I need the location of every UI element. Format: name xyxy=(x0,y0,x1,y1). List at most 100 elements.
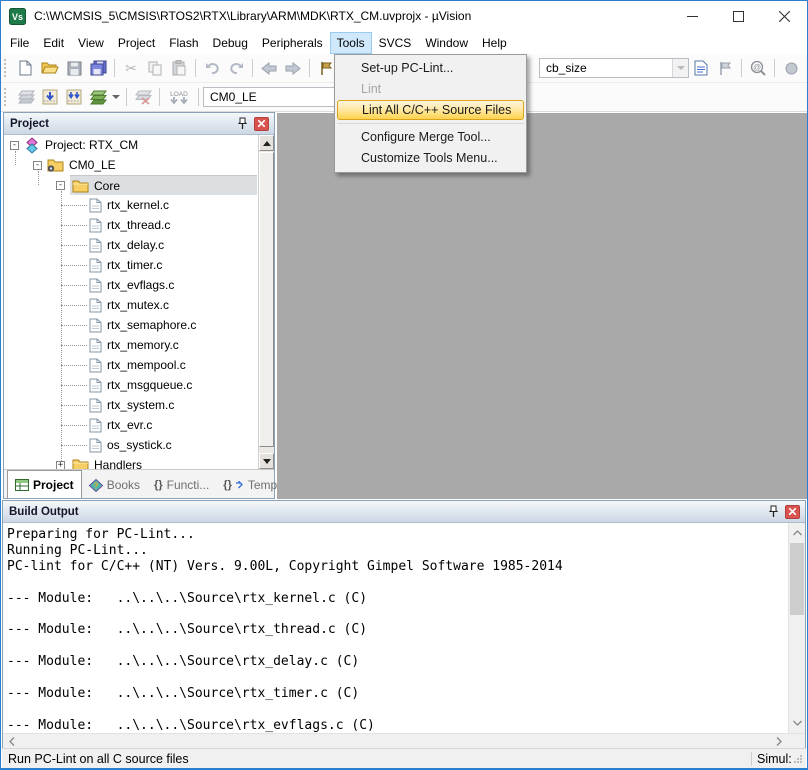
translate-button[interactable] xyxy=(14,85,38,109)
build-output-hscrollbar[interactable] xyxy=(3,733,805,748)
build-icon xyxy=(42,89,58,105)
tree-item-file[interactable]: rtx_msgqueue.c xyxy=(4,375,274,395)
paste-button[interactable] xyxy=(167,56,191,80)
copy-button[interactable] xyxy=(143,56,167,80)
tree-item-group-handlers[interactable]: + Handlers xyxy=(4,455,274,469)
c-file-icon xyxy=(89,238,102,253)
toolbar-drag-handle[interactable] xyxy=(4,59,11,77)
find-combo[interactable]: cb_size xyxy=(539,58,689,78)
build-output-line xyxy=(7,575,785,591)
search-button[interactable]: @ xyxy=(746,56,770,80)
flag-button[interactable] xyxy=(713,56,737,80)
tree-item-group-core[interactable]: - Core xyxy=(4,175,274,195)
menu-item-setup-pc-lint[interactable]: Set-up PC-Lint... xyxy=(335,58,526,79)
build-output-close-button[interactable] xyxy=(785,505,800,519)
tree-item-file[interactable]: rtx_mutex.c xyxy=(4,295,274,315)
scrollbar-thumb[interactable] xyxy=(259,152,274,447)
find-in-files-button[interactable] xyxy=(689,56,713,80)
tree-item-file[interactable]: rtx_evr.c xyxy=(4,415,274,435)
scroll-up-button[interactable] xyxy=(789,525,805,541)
debug-led-button[interactable] xyxy=(779,56,803,80)
build-output-line xyxy=(7,702,785,718)
selected-row-highlight[interactable]: Core xyxy=(70,175,257,195)
batch-build-button[interactable] xyxy=(86,85,110,109)
cut-icon: ✂ xyxy=(125,61,137,75)
scroll-right-button[interactable] xyxy=(771,734,787,748)
tree-item-file[interactable]: rtx_evflags.c xyxy=(4,275,274,295)
menu-edit[interactable]: Edit xyxy=(36,32,71,54)
tree-item-file[interactable]: rtx_timer.c xyxy=(4,255,274,275)
tree-item-file[interactable]: rtx_memory.c xyxy=(4,335,274,355)
tab-books[interactable]: ? Books xyxy=(82,472,147,498)
tree-item-file[interactable]: os_systick.c xyxy=(4,435,274,455)
find-combo-dropdown[interactable] xyxy=(672,59,688,77)
menu-view[interactable]: View xyxy=(71,32,111,54)
menu-svcs[interactable]: SVCS xyxy=(372,32,419,54)
tab-functions[interactable]: {} Functi... xyxy=(147,472,216,498)
menu-item-configure-merge-tool[interactable]: Configure Merge Tool... xyxy=(335,127,526,148)
tree-group-label: Core xyxy=(94,179,120,193)
collapse-expander-icon[interactable]: - xyxy=(56,181,65,190)
scroll-left-button[interactable] xyxy=(4,734,20,748)
build-output-line: Preparing for PC-Lint... xyxy=(7,527,785,543)
new-file-button[interactable] xyxy=(14,56,38,80)
tree-item-file[interactable]: rtx_mempool.c xyxy=(4,355,274,375)
stop-build-button[interactable] xyxy=(131,85,155,109)
resize-grip-icon[interactable] xyxy=(792,753,804,765)
collapse-expander-icon[interactable]: - xyxy=(10,141,19,150)
menu-help[interactable]: Help xyxy=(475,32,514,54)
books-tab-icon: ? xyxy=(89,479,103,492)
scroll-down-button[interactable] xyxy=(789,715,805,731)
download-to-flash-button[interactable]: LOAD xyxy=(164,85,194,109)
menu-item-customize-tools-menu[interactable]: Customize Tools Menu... xyxy=(335,148,526,169)
undo-button[interactable] xyxy=(200,56,224,80)
build-button[interactable] xyxy=(38,85,62,109)
menu-flash[interactable]: Flash xyxy=(162,32,205,54)
redo-button[interactable] xyxy=(224,56,248,80)
menu-item-lint-all[interactable]: Lint All C/C++ Source Files xyxy=(337,100,524,120)
close-button[interactable] xyxy=(761,1,807,31)
menu-window[interactable]: Window xyxy=(418,32,475,54)
chevron-down-icon xyxy=(793,720,802,726)
project-pin-button[interactable] xyxy=(234,116,250,132)
scroll-down-button[interactable] xyxy=(259,453,274,469)
expand-expander-icon[interactable]: + xyxy=(56,461,65,470)
tab-project[interactable]: Project xyxy=(7,470,82,498)
tree-item-file[interactable]: rtx_system.c xyxy=(4,395,274,415)
open-file-button[interactable] xyxy=(38,56,62,80)
tree-item-target[interactable]: - CM0_LE xyxy=(4,155,274,175)
save-all-button[interactable] xyxy=(86,56,110,80)
navigate-forward-button[interactable] xyxy=(281,56,305,80)
toolbar-separator xyxy=(198,88,199,106)
load-label: LOAD xyxy=(166,89,192,97)
menu-project[interactable]: Project xyxy=(111,32,162,54)
chevron-down-icon xyxy=(677,66,685,70)
menu-peripherals[interactable]: Peripherals xyxy=(255,32,330,54)
project-tree-scrollbar[interactable] xyxy=(258,135,274,469)
tree-item-file[interactable]: rtx_kernel.c xyxy=(4,195,274,215)
menu-separator xyxy=(337,123,524,124)
build-output-vscrollbar[interactable] xyxy=(788,523,805,733)
cut-button[interactable]: ✂ xyxy=(119,56,143,80)
scroll-up-button[interactable] xyxy=(259,135,274,151)
rebuild-button[interactable] xyxy=(62,85,86,109)
tree-group-label: Handlers xyxy=(94,458,142,469)
batch-build-dropdown[interactable] xyxy=(110,85,122,109)
menu-debug[interactable]: Debug xyxy=(206,32,255,54)
minimize-button[interactable] xyxy=(669,1,715,31)
tree-item-file[interactable]: rtx_thread.c xyxy=(4,215,274,235)
scrollbar-thumb[interactable] xyxy=(790,543,804,615)
navigate-back-button[interactable] xyxy=(257,56,281,80)
maximize-button[interactable] xyxy=(715,1,761,31)
menu-file[interactable]: File xyxy=(3,32,36,54)
tree-item-file[interactable]: rtx_semaphore.c xyxy=(4,315,274,335)
build-output-pin-button[interactable] xyxy=(765,504,781,520)
tree-item-project-root[interactable]: - Project: RTX_CM xyxy=(4,135,274,155)
tree-item-file[interactable]: rtx_delay.c xyxy=(4,235,274,255)
project-close-button[interactable] xyxy=(254,117,269,131)
save-button[interactable] xyxy=(62,56,86,80)
menu-tools[interactable]: Tools xyxy=(330,32,372,54)
collapse-expander-icon[interactable]: - xyxy=(33,161,42,170)
pin-icon xyxy=(237,117,248,130)
toolbar-drag-handle[interactable] xyxy=(4,88,11,106)
